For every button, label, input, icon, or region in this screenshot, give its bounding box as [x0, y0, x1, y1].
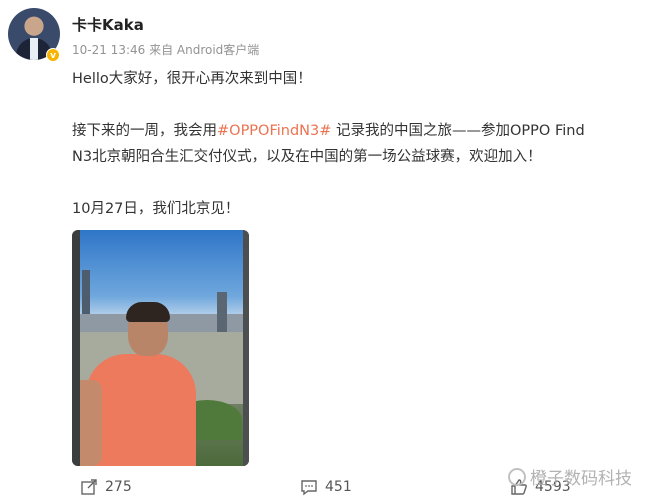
photo-person-hair: [126, 302, 170, 322]
timestamp[interactable]: 10-21 13:46: [72, 43, 145, 57]
post-header: v 卡卡Kaka 10-21 13:46 来自 Android客户端: [8, 8, 648, 64]
username[interactable]: 卡卡Kaka: [72, 14, 144, 35]
watermark-logo-icon: [508, 467, 526, 486]
post-photo[interactable]: [72, 230, 249, 466]
repost-button[interactable]: 275: [80, 478, 132, 496]
repost-icon: [81, 479, 97, 495]
comment-icon: [301, 480, 317, 496]
post-line-plan: 接下来的一周，我会用#OPPOFindN3# 记录我的中国之旅——参加OPPO …: [72, 118, 585, 144]
post-line-greeting: Hello大家好，很开心再次来到中国！: [72, 71, 312, 87]
repost-count: 275: [105, 479, 132, 495]
watermark-text: 橙子数码科技: [530, 469, 632, 489]
hashtag-link[interactable]: #OPPOFindN3#: [217, 123, 331, 139]
action-bar: 275 451 4593 橙子数码科技: [80, 467, 650, 500]
post-line-date: 10月27日，我们北京见！: [72, 201, 240, 217]
post-meta: 10-21 13:46 来自 Android客户端: [72, 41, 259, 58]
source: 来自 Android客户端: [149, 43, 260, 57]
post-line-plan-pre: 接下来的一周，我会用: [72, 123, 217, 139]
comment-button[interactable]: 451: [300, 478, 352, 496]
photo-window-frame-left: [72, 230, 80, 466]
photo-person-shirt: [86, 354, 196, 466]
avatar-shirt: [30, 38, 38, 60]
comment-count: 451: [325, 479, 352, 495]
photo-window-frame-right: [243, 230, 249, 466]
verified-badge-icon: v: [46, 48, 60, 62]
post-line-plan-post: 记录我的中国之旅——参加OPPO Find: [331, 123, 585, 139]
photo-tower-2: [217, 292, 227, 332]
post-line-plan-continued: N3北京朝阳合生汇交付仪式，以及在中国的第一场公益球赛，欢迎加入！: [72, 149, 542, 165]
watermark: 橙子数码科技: [508, 464, 632, 489]
